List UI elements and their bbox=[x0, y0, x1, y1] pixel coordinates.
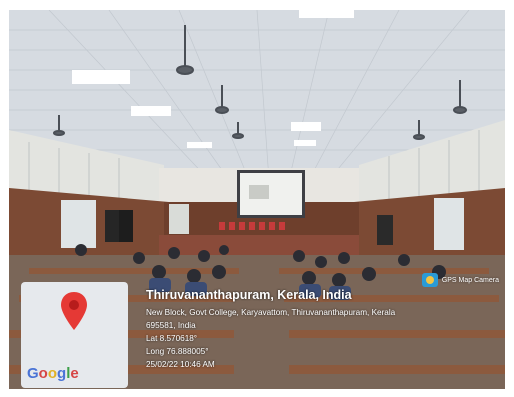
location-pin-icon bbox=[61, 292, 87, 330]
location-map-thumbnail: Google bbox=[21, 282, 128, 388]
event-hall-photo: GPS Map Camera Google Thiruvananthapuram… bbox=[9, 10, 505, 389]
address-line-1: New Block, Govt College, Karyavattom, Th… bbox=[146, 308, 396, 317]
location-details: Thiruvananthapuram, Kerala, India New Bl… bbox=[146, 288, 496, 371]
gps-map-camera-label: GPS Map Camera bbox=[441, 276, 499, 284]
place-name: Thiruvananthapuram, Kerala, India bbox=[146, 288, 352, 302]
google-logo: Google bbox=[27, 365, 79, 382]
gps-map-camera-watermark: GPS Map Camera bbox=[421, 273, 499, 287]
address-line-2: 695581, India bbox=[146, 321, 196, 330]
timestamp-value: 25/02/22 10:46 AM bbox=[146, 360, 215, 369]
gps-map-camera-icon bbox=[421, 273, 438, 287]
longitude-value: Long 76.888005° bbox=[146, 347, 209, 356]
latitude-value: Lat 8.570618° bbox=[146, 334, 198, 343]
